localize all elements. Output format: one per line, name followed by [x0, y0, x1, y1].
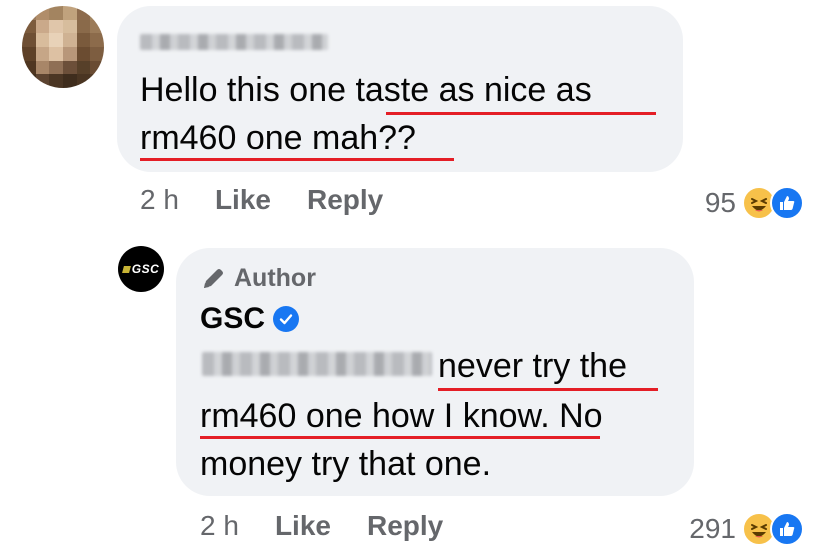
comment-text-line: rm460 one mah?? — [140, 119, 416, 157]
reply-text-line: never try the — [438, 347, 627, 385]
reply-text-line: rm460 one how I know. No — [200, 397, 603, 435]
reaction-icons — [742, 184, 806, 222]
like-icon — [770, 512, 804, 546]
comment-actions: 2 h Like Reply — [140, 184, 383, 216]
gsc-avatar[interactable]: GSC — [118, 246, 164, 292]
red-underline — [386, 112, 656, 115]
pencil-icon — [204, 268, 223, 288]
commenter-avatar[interactable] — [22, 6, 104, 88]
reply-timestamp[interactable]: 2 h — [200, 510, 239, 542]
gsc-logo: GSC — [121, 262, 160, 276]
reply-author[interactable]: GSC — [200, 302, 300, 336]
reaction-count: 95 — [704, 187, 736, 218]
reply-actions: 2 h Like Reply — [200, 510, 443, 542]
comment-timestamp[interactable]: 2 h — [140, 184, 179, 216]
reaction-summary[interactable]: 95 — [705, 184, 806, 222]
reaction-icons — [742, 510, 806, 548]
red-underline — [140, 158, 454, 161]
verified-badge-icon — [273, 306, 300, 332]
mention-name-redacted[interactable] — [202, 352, 432, 376]
reaction-count: 291 — [689, 513, 736, 544]
reply-button[interactable]: Reply — [307, 184, 383, 216]
red-underline — [438, 388, 658, 391]
author-badge-label: Author — [234, 264, 316, 292]
commenter-name-redacted[interactable] — [140, 34, 328, 50]
like-button[interactable]: Like — [215, 184, 271, 216]
red-underline — [200, 436, 600, 439]
reaction-summary[interactable]: 291 — [689, 510, 806, 548]
author-badge: Author — [200, 264, 316, 293]
author-name[interactable]: GSC — [200, 302, 265, 336]
comment-text-line: Hello this one taste as nice as — [140, 71, 592, 109]
reply-button[interactable]: Reply — [367, 510, 443, 542]
like-button[interactable]: Like — [275, 510, 331, 542]
like-icon — [770, 186, 804, 220]
reply-text-line: money try that one. — [200, 445, 492, 483]
